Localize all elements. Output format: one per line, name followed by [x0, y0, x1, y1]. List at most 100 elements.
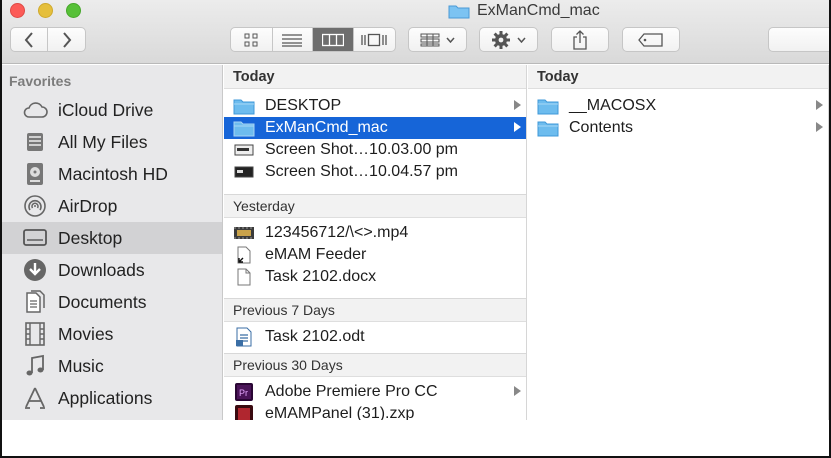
share-icon: [572, 29, 588, 50]
sidebar-item-label: AirDrop: [58, 195, 118, 216]
screenshot-icon: [233, 141, 255, 159]
item-label: Task 2102.docx: [265, 268, 377, 285]
download-icon: [20, 255, 50, 285]
folder-icon: [537, 97, 559, 115]
cloud-icon: [20, 95, 50, 125]
disclosure-arrow-icon: [514, 386, 521, 396]
harddrive-icon: [20, 159, 50, 189]
item-label: __MACOSX: [569, 97, 657, 114]
sidebar-item-desktop[interactable]: Desktop: [2, 222, 222, 254]
list-item-desktop-folder[interactable]: DESKTOP: [224, 95, 526, 117]
column-view-button[interactable]: [313, 28, 354, 51]
sidebar-item-airdrop[interactable]: AirDrop: [2, 190, 222, 222]
sidebar-item-icloud-drive[interactable]: iCloud Drive: [2, 94, 222, 126]
sidebar-item-macintosh-hd[interactable]: Macintosh HD: [2, 158, 222, 190]
item-label: Adobe Premiere Pro CC: [265, 383, 438, 400]
airdrop-icon: [20, 191, 50, 221]
list-view-button[interactable]: [273, 28, 314, 51]
arrange-grid-icon: [420, 33, 440, 47]
folder-icon: [448, 3, 470, 19]
group-header-previous-30-days: Previous 30 Days: [224, 353, 526, 377]
sidebar-item-documents[interactable]: Documents: [2, 286, 222, 318]
action-button[interactable]: [479, 27, 538, 52]
group-header-previous-7-days: Previous 7 Days: [224, 298, 526, 322]
sidebar-item-label: Macintosh HD: [58, 163, 168, 184]
sidebar-item-label: Desktop: [58, 227, 123, 248]
toolbar: ExManCmd_mac: [2, 0, 829, 64]
list-item-contents-folder[interactable]: Contents: [528, 117, 828, 139]
zoom-window-button[interactable]: [66, 3, 81, 18]
sidebar-item-label: Applications: [58, 387, 153, 408]
chevron-left-icon: [24, 31, 34, 48]
sidebar: Favorites iCloud Drive All My Files Maci…: [2, 65, 223, 420]
stack-icon: [20, 127, 50, 157]
sidebar-item-label: All My Files: [58, 131, 148, 152]
list-item-exmancmd-folder[interactable]: ExManCmd_mac: [224, 117, 526, 139]
tags-button[interactable]: [622, 27, 680, 52]
item-label: eMAM Feeder: [265, 246, 367, 263]
chevron-down-icon: [517, 37, 526, 43]
alias-icon: [233, 246, 255, 264]
tag-icon: [638, 32, 664, 47]
sidebar-item-label: Downloads: [58, 259, 145, 280]
list-icon: [282, 33, 303, 47]
sidebar-item-label: Music: [58, 355, 104, 376]
chevron-right-icon: [62, 31, 72, 48]
list-item-odt[interactable]: Task 2102.odt: [224, 326, 526, 348]
disclosure-arrow-icon: [816, 122, 823, 132]
sidebar-header: Favorites: [9, 73, 72, 89]
bottom-margin: [2, 420, 829, 456]
item-label: Task 2102.odt: [265, 328, 365, 345]
list-item-screenshot-2[interactable]: Screen Shot…10.04.57 pm: [224, 161, 526, 183]
sidebar-item-label: Documents: [58, 291, 147, 312]
list-item-mp4[interactable]: 123456712/\<>.mp4: [224, 222, 526, 244]
list-item-emam-feeder[interactable]: eMAM Feeder: [224, 244, 526, 266]
item-label: Contents: [569, 119, 634, 136]
documents-icon: [20, 287, 50, 317]
forward-button[interactable]: [48, 28, 85, 51]
list-item-screenshot-1[interactable]: Screen Shot…10.03.00 pm: [224, 139, 526, 161]
search-field[interactable]: [768, 27, 829, 52]
sidebar-item-movies[interactable]: Movies: [2, 318, 222, 350]
list-item-premiere-pro[interactable]: Pr Adobe Premiere Pro CC: [224, 381, 526, 403]
cover-flow-view-button[interactable]: [354, 28, 395, 51]
desktop-icon: [20, 223, 50, 253]
applications-icon: [20, 383, 50, 413]
disclosure-arrow-icon: [816, 100, 823, 110]
grid-icon: [244, 33, 258, 47]
list-item-macosx-folder[interactable]: __MACOSX: [528, 95, 828, 117]
music-icon: [20, 351, 50, 381]
screenshot-icon: [233, 163, 255, 181]
browser-column-2: Today __MACOSX Contents: [528, 65, 829, 420]
sidebar-item-downloads[interactable]: Downloads: [2, 254, 222, 286]
back-button[interactable]: [11, 28, 48, 51]
sidebar-item-music[interactable]: Music: [2, 350, 222, 382]
chevron-down-icon: [446, 37, 455, 43]
item-label: DESKTOP: [265, 97, 342, 114]
browser-column-1: Today DESKTOP ExManCmd_mac Screen Shot…1…: [224, 65, 527, 423]
svg-text:Pr: Pr: [239, 388, 248, 398]
sidebar-item-label: Movies: [58, 323, 114, 344]
item-label: Screen Shot…10.04.57 pm: [265, 163, 459, 180]
icon-view-button[interactable]: [231, 28, 273, 51]
columns-icon: [321, 33, 344, 47]
close-window-button[interactable]: [10, 3, 25, 18]
sidebar-item-applications[interactable]: Applications: [2, 382, 222, 414]
sidebar-item-all-my-files[interactable]: All My Files: [2, 126, 222, 158]
folder-icon: [233, 119, 255, 137]
share-button[interactable]: [551, 27, 609, 52]
gear-icon: [491, 30, 511, 50]
odt-icon: [233, 327, 255, 347]
document-icon: [233, 268, 255, 286]
group-header-yesterday: Yesterday: [224, 194, 526, 218]
arrange-button[interactable]: [408, 27, 467, 52]
folder-icon: [233, 97, 255, 115]
item-label: Screen Shot…10.03.00 pm: [265, 141, 459, 158]
minimize-window-button[interactable]: [38, 3, 53, 18]
film-icon: [20, 319, 50, 349]
group-header-today: Today: [528, 65, 828, 89]
list-item-docx[interactable]: Task 2102.docx: [224, 266, 526, 288]
disclosure-arrow-icon: [514, 100, 521, 110]
window-title: ExManCmd_mac: [448, 0, 600, 22]
item-label: 123456712/\<>.mp4: [265, 224, 409, 241]
